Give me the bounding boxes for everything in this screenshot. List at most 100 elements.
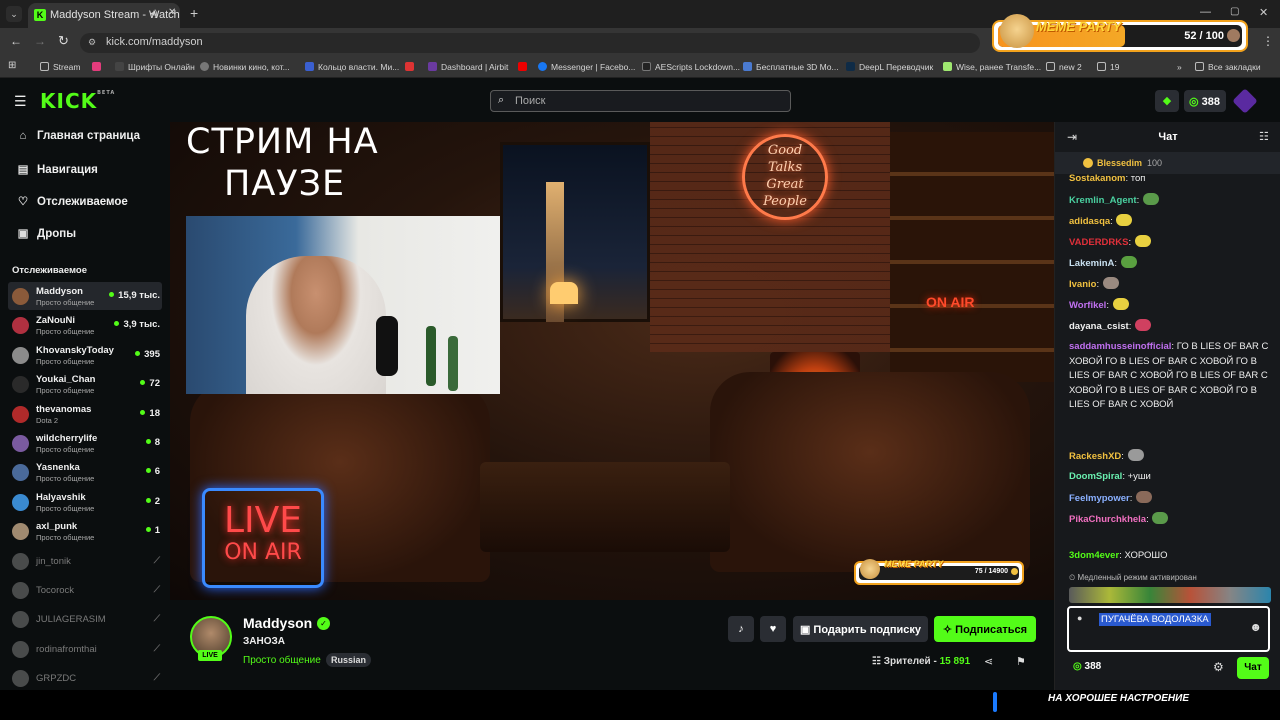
- bookmark-item[interactable]: [405, 62, 418, 72]
- bookmark-item[interactable]: Бесплатные 3D Mo...: [743, 62, 839, 72]
- follow-button[interactable]: ♥: [760, 616, 786, 642]
- bookmark-item[interactable]: DeepL Переводчик: [846, 62, 933, 72]
- emote-menu-icon[interactable]: ●: [1077, 613, 1082, 623]
- nav-drops[interactable]: ▣ Дропы: [16, 226, 76, 240]
- sidebar-channel[interactable]: axl_punk Просто общение 1: [8, 517, 162, 545]
- video-player[interactable]: Good Talks Great People ON AIR СТРИМ НА …: [170, 122, 1054, 600]
- browser-menu-icon[interactable]: ⋮: [1262, 34, 1274, 48]
- sidebar-channel[interactable]: rodinafromthai ⟋: [8, 635, 162, 663]
- nav-browse[interactable]: ▤ Навигация: [16, 162, 98, 176]
- emoji-icon[interactable]: ☻: [1249, 620, 1262, 634]
- verified-icon: ✓: [317, 617, 330, 630]
- neon-word: Good: [767, 143, 803, 158]
- stream-category[interactable]: Просто общение: [243, 655, 321, 666]
- address-bar[interactable]: ⚙ kick.com/maddyson: [80, 33, 980, 53]
- bottom-caption: НА ХОРОШЕЕ НАСТРОЕНИЕ: [1048, 693, 1189, 704]
- sidebar-channel[interactable]: Youkai_Chan Просто общение 72: [8, 370, 162, 398]
- bookmark-item[interactable]: Dashboard | Airbit: [428, 62, 508, 72]
- sidebar-channel[interactable]: Yasnenka Просто общение 6: [8, 458, 162, 486]
- bookmark-item[interactable]: Кольцо власти. Ми...: [305, 62, 399, 72]
- minimize-window-icon[interactable]: —: [1200, 6, 1211, 18]
- notifications-button[interactable]: ♪: [728, 616, 754, 642]
- search-input[interactable]: ⌕ Поиск: [490, 90, 791, 112]
- chat-input[interactable]: ● ПУГАЧЁВА ВОДОЛАЗКА ☻: [1067, 606, 1270, 652]
- bookmark-item[interactable]: Wise, ранее Transfe...: [943, 62, 1041, 72]
- site-info-icon[interactable]: ⚙: [88, 37, 96, 48]
- forward-icon[interactable]: →: [34, 34, 46, 48]
- sidebar-channel[interactable]: Maddyson Просто общение 15,9 тыс.: [8, 282, 162, 310]
- bookmark-item[interactable]: [92, 62, 105, 72]
- chat-username[interactable]: dayana_csist: [1069, 321, 1129, 332]
- kick-logo[interactable]: KICKBETA: [40, 89, 115, 113]
- chat-username[interactable]: Ivanio: [1069, 279, 1096, 290]
- menu-icon[interactable]: ☰: [14, 93, 27, 110]
- chat-username[interactable]: VADERDRKS: [1069, 237, 1128, 248]
- streamer-name[interactable]: Maddyson: [243, 615, 312, 631]
- points-badge[interactable]: ◎ 388: [1184, 90, 1226, 112]
- chat-username[interactable]: Feelmypower: [1069, 493, 1130, 504]
- chat-username[interactable]: PikaChurchkhela: [1069, 514, 1146, 525]
- nav-following[interactable]: ♡ Отслеживаемое: [16, 194, 128, 208]
- bookmark-label: Messenger | Facebo...: [551, 62, 636, 72]
- gift-sub-button[interactable]: ▣ Подарить подписку: [793, 616, 928, 642]
- sidebar-channel[interactable]: wildcherrylife Просто общение 8: [8, 429, 162, 457]
- sidebar-channel[interactable]: ZaNouNi Просто общение 3,9 тыс.: [8, 311, 162, 339]
- subscribe-button[interactable]: ✧ Подписаться: [934, 616, 1036, 642]
- close-window-icon[interactable]: ✕: [1259, 6, 1268, 19]
- bookshelf: [890, 132, 1054, 382]
- folder-icon: [1046, 62, 1055, 71]
- bookmark-item[interactable]: [518, 62, 531, 72]
- chat-username[interactable]: DoomSpiral: [1069, 471, 1122, 482]
- tab-audio-icon[interactable]: ◂): [150, 8, 158, 19]
- apps-icon[interactable]: ⊞: [8, 60, 16, 71]
- channel-category: Dota 2: [36, 415, 59, 425]
- bookmark-item[interactable]: Шрифты Онлайн: [115, 62, 195, 72]
- header-notifications-icon[interactable]: ◆: [1155, 90, 1179, 112]
- channel-category: Просто общение: [36, 327, 95, 337]
- sidebar-channel[interactable]: Halyavshik Просто общение 2: [8, 488, 162, 516]
- language-tag[interactable]: Russian: [326, 653, 372, 667]
- chat-points[interactable]: ◎ 388: [1073, 661, 1101, 672]
- bookmark-item[interactable]: AEScripts Lockdown...: [642, 62, 740, 72]
- sidebar-channel[interactable]: GRPZDC ⟋: [8, 664, 162, 692]
- tab-list-button[interactable]: ⌄: [6, 6, 22, 22]
- chat-username[interactable]: saddamhusseinofficial: [1069, 341, 1171, 352]
- chat-username[interactable]: LakeminA: [1069, 258, 1114, 269]
- bookmark-item[interactable]: Messenger | Facebo...: [538, 62, 635, 72]
- avatar: [12, 464, 29, 482]
- close-tab-icon[interactable]: ✕: [168, 7, 176, 18]
- more-bookmarks-icon[interactable]: »: [1177, 62, 1182, 72]
- points-icon: ◎: [1189, 96, 1199, 108]
- nav-home[interactable]: ⌂ Главная страница: [16, 130, 141, 142]
- share-icon[interactable]: ⋖: [984, 655, 993, 668]
- maximize-window-icon[interactable]: ▢: [1230, 6, 1239, 17]
- chat-username[interactable]: Kremlin_Agent: [1069, 195, 1137, 206]
- sidebar-channel[interactable]: thevanomas Dota 2 18: [8, 400, 162, 428]
- channel-category: Просто общение: [36, 474, 95, 484]
- send-chat-button[interactable]: Чат: [1237, 657, 1269, 679]
- chat-username[interactable]: adidasqa: [1069, 216, 1110, 227]
- bookmark-item[interactable]: Stream: [40, 62, 80, 72]
- bookmark-folder[interactable]: 19: [1097, 62, 1119, 72]
- chat-message: dayana_csist:: [1069, 319, 1275, 335]
- bookmark-item[interactable]: Новинки кино, кот...: [200, 62, 290, 72]
- new-tab-button[interactable]: +: [190, 5, 198, 21]
- all-bookmarks[interactable]: Все закладки: [1195, 62, 1261, 72]
- chat-username[interactable]: Worfikel: [1069, 300, 1106, 311]
- user-avatar[interactable]: [1232, 88, 1258, 114]
- sidebar-channel[interactable]: Tocorock ⟋: [8, 576, 162, 604]
- sidebar-channel[interactable]: jin_tonik ⟋: [8, 547, 162, 575]
- channel-name: GRPZDC: [36, 673, 77, 685]
- report-icon[interactable]: ⚑: [1016, 655, 1026, 668]
- chat-settings-icon[interactable]: ⚙: [1213, 660, 1224, 674]
- chat-username[interactable]: RackeshXD: [1069, 451, 1121, 462]
- back-icon[interactable]: ←: [10, 34, 22, 48]
- sidebar-channel[interactable]: KhovanskyToday Просто общение 395: [8, 341, 162, 369]
- reload-icon[interactable]: ↻: [58, 33, 69, 49]
- chat-users-icon[interactable]: ☷: [1259, 130, 1269, 143]
- chat-username[interactable]: Sostakanom: [1069, 173, 1126, 184]
- sidebar-channel[interactable]: JULIAGERASIM ⟋: [8, 605, 162, 633]
- pinned-user[interactable]: Blessedim: [1097, 158, 1142, 168]
- bookmark-folder[interactable]: new 2: [1046, 62, 1082, 72]
- chat-username[interactable]: 3dom4ever: [1069, 550, 1119, 561]
